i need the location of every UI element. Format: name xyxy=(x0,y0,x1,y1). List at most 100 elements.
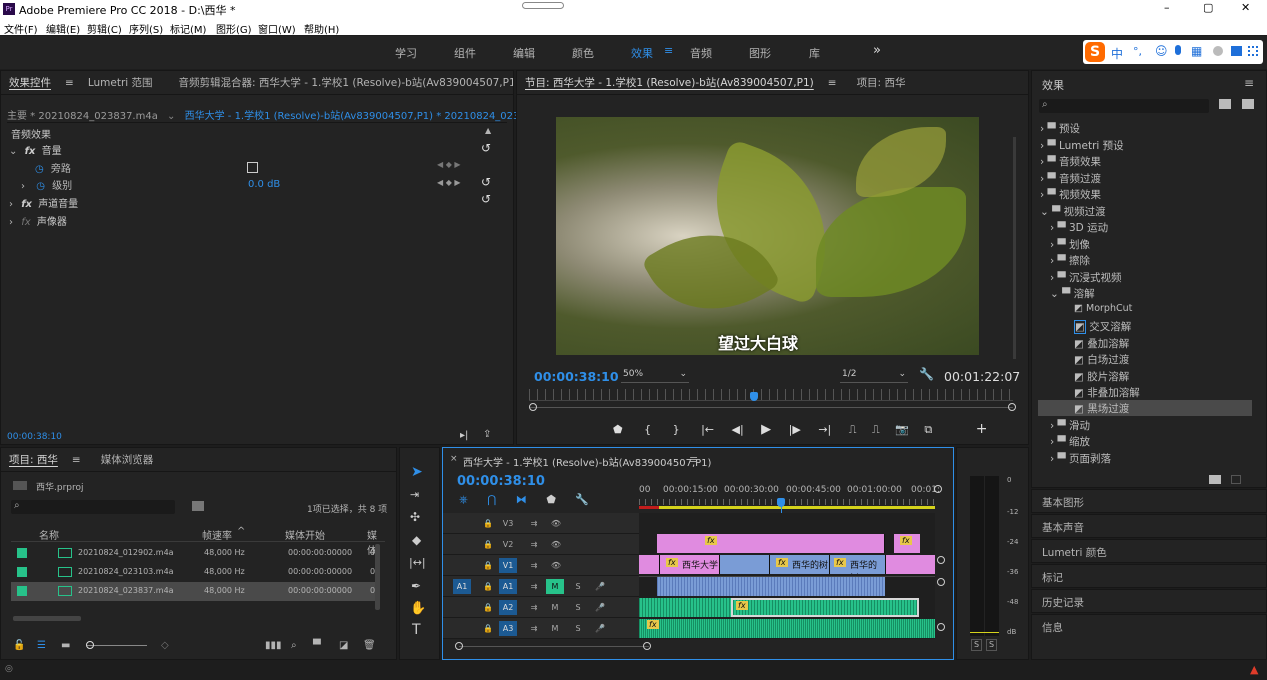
ime-keyboard-icon[interactable]: ▦ xyxy=(1191,44,1202,58)
tab-audio-clip-mixer[interactable]: 音频剪辑混合器: 西华大学 - 1.学校1 (Resolve)-b站(Av839… xyxy=(179,75,513,90)
program-timecode[interactable]: 00:00:38:10 xyxy=(534,369,619,384)
tree-item-lumetri-presets[interactable]: › ▀ Lumetri 预设 xyxy=(1040,138,1124,153)
track-select-tool-icon[interactable]: ⇥ xyxy=(410,488,419,501)
sync-lock-icon[interactable]: ⇉ xyxy=(525,600,543,615)
playhead-marker[interactable] xyxy=(750,392,758,401)
info-panel[interactable]: 信息 xyxy=(1031,614,1267,660)
trash-icon[interactable] xyxy=(1231,475,1241,484)
ime-user-icon[interactable] xyxy=(1213,46,1223,56)
track-header-v3[interactable]: 🔒 V3 ⇉ 👁 xyxy=(443,513,639,534)
microphone-icon[interactable]: 🎤 xyxy=(591,600,609,615)
panel-menu-icon[interactable]: ≡ xyxy=(72,454,81,466)
workspace-color[interactable]: 颜色 xyxy=(572,45,594,61)
tab-lumetri-scopes[interactable]: Lumetri 范围 xyxy=(88,75,153,90)
time-ruler[interactable]: 00 00:00:15:00 00:00:30:00 00:00:45:00 0… xyxy=(639,483,940,509)
add-marker-icon[interactable]: ⬟ xyxy=(546,493,556,506)
workspace-libraries[interactable]: 库 xyxy=(809,45,820,61)
timeline-scroll-circle[interactable] xyxy=(934,485,942,493)
reset-icon[interactable]: ↺ xyxy=(481,192,491,206)
lock-icon[interactable]: 🔒 xyxy=(479,579,497,594)
v1-clip[interactable] xyxy=(719,555,769,574)
tree-item-slide[interactable]: › ▀ 滑动 xyxy=(1050,418,1090,433)
workspace-audio[interactable]: 音频 xyxy=(690,45,712,61)
menu-window[interactable]: 窗口(W) xyxy=(258,21,296,36)
new-bin-icon[interactable]: ▀ xyxy=(313,640,321,651)
lumetri-color-panel[interactable]: Lumetri 颜色 xyxy=(1031,539,1267,563)
sync-lock-icon[interactable]: ⇉ xyxy=(525,516,543,531)
tree-item-video-transitions[interactable]: ⌄ ▀ 视频过渡 xyxy=(1040,204,1106,219)
lock-icon[interactable]: 🔒 xyxy=(479,516,497,531)
eye-icon[interactable]: 👁 xyxy=(547,516,565,531)
track-header-a2[interactable]: 🔒 A2 ⇉ M S 🎤 xyxy=(443,597,639,618)
export-icon[interactable]: ⇪ xyxy=(483,429,491,440)
lift-button[interactable]: ⎍ xyxy=(849,423,857,436)
label-color-swatch[interactable] xyxy=(17,548,27,558)
add-marker-button[interactable]: ⬟ xyxy=(613,423,623,436)
tree-item-additive-dissolve[interactable]: ◩ 叠加溶解 xyxy=(1074,336,1129,351)
timeline-tab[interactable]: 西华大学 - 1.学校1 (Resolve)-b站(Av839004507,P1… xyxy=(463,454,711,469)
tree-item-dip-to-black[interactable]: ◩ 黑场过渡 xyxy=(1038,400,1252,416)
tree-item-wipe[interactable]: › ▀ 擦除 xyxy=(1050,253,1090,268)
a1-audio-clip[interactable] xyxy=(657,577,885,596)
tree-item-immersive-video[interactable]: › ▀ 沉浸式视频 xyxy=(1050,270,1121,285)
play-button[interactable]: ▶ xyxy=(761,422,771,437)
new-folder-icon[interactable] xyxy=(1209,475,1221,484)
mark-out-button[interactable]: } xyxy=(673,423,680,436)
expand-chevron-icon[interactable]: › xyxy=(9,217,13,228)
timeline-scroll-circle[interactable] xyxy=(937,623,945,631)
column-name[interactable]: 名称 xyxy=(39,527,59,542)
tree-item-non-additive-dissolve[interactable]: ◩ 非叠加溶解 xyxy=(1074,385,1140,400)
a3-audio-clip[interactable]: fx xyxy=(639,619,935,638)
reset-icon[interactable]: ↺ xyxy=(481,141,491,155)
effects-search-input[interactable]: ⌕ xyxy=(1039,99,1209,113)
hand-tool-icon[interactable]: ✋ xyxy=(410,601,426,616)
history-panel[interactable]: 历史记录 xyxy=(1031,589,1267,613)
track-header-v2[interactable]: 🔒 V2 ⇉ 👁 xyxy=(443,534,639,555)
timeline-scroll-circle[interactable] xyxy=(937,556,945,564)
track-header-v1[interactable]: 🔒 V1 ⇉ 👁 xyxy=(443,555,639,576)
tree-item-morphcut[interactable]: ◩ MorphCut xyxy=(1074,303,1132,314)
level-value[interactable]: 0.0 dB xyxy=(248,179,280,190)
menu-sequence[interactable]: 序列(S) xyxy=(129,21,163,36)
column-media-start[interactable]: 媒体开始 xyxy=(285,527,325,542)
zoom-slider[interactable] xyxy=(87,645,147,646)
pen-tool-icon[interactable]: ✒ xyxy=(411,579,421,593)
scroll-up-icon[interactable]: ▲ xyxy=(485,126,491,135)
compare-view-button[interactable]: ⧉ xyxy=(924,423,932,436)
a2-audio-clip-selected[interactable]: fx xyxy=(731,598,919,617)
v1-clip-title[interactable] xyxy=(639,555,659,574)
table-row[interactable]: 20210824_023103.m4a 48,000 Hz 00:00:00:0… xyxy=(11,563,375,582)
master-clip-label[interactable]: 主要 * 20210824_023837.m4a xyxy=(7,111,158,122)
lock-icon[interactable]: 🔒 xyxy=(479,558,497,573)
expand-chevron-icon[interactable]: › xyxy=(9,199,13,210)
panel-menu-icon[interactable]: ≡ xyxy=(689,453,698,466)
lock-icon[interactable]: 🔓 xyxy=(13,640,25,651)
v1-clip[interactable]: fx 西华的树 xyxy=(769,555,829,574)
eye-icon[interactable]: 👁 xyxy=(547,558,565,573)
work-area-bar[interactable] xyxy=(639,506,935,509)
sort-icon[interactable]: ◇ xyxy=(161,640,169,651)
solo-button[interactable]: S xyxy=(569,621,587,636)
tab-project[interactable]: 项目: 西华 xyxy=(9,452,58,467)
warning-icon[interactable]: ▲ xyxy=(1250,663,1258,676)
sync-lock-icon[interactable]: ⇉ xyxy=(525,621,543,636)
selection-tool-icon[interactable]: ➤ xyxy=(411,464,423,480)
v1-clip[interactable]: fx 西华的树 xyxy=(829,555,885,574)
background-render-icon[interactable]: ◎ xyxy=(5,664,13,674)
v2-clip[interactable]: fx xyxy=(657,534,885,553)
microphone-icon[interactable]: 🎤 xyxy=(591,621,609,636)
track-label-a2[interactable]: A2 xyxy=(499,600,517,615)
ime-skin-icon[interactable] xyxy=(1231,46,1242,56)
stopwatch-icon[interactable]: ◷ xyxy=(35,164,44,175)
tree-item-iris[interactable]: › ▀ 划像 xyxy=(1050,237,1090,252)
tree-item-audio-transitions[interactable]: › ▀ 音频过渡 xyxy=(1040,171,1101,186)
export-frame-camera-icon[interactable]: 📷 xyxy=(895,423,909,436)
essential-sound-panel[interactable]: 基本声音 xyxy=(1031,514,1267,538)
solo-button[interactable]: S xyxy=(971,639,982,651)
solo-button[interactable]: S xyxy=(986,639,997,651)
track-label-a1[interactable]: A1 xyxy=(499,579,517,594)
ec-timecode[interactable]: 00:00:38:10 xyxy=(7,432,62,442)
workspace-assembly[interactable]: 组件 xyxy=(454,45,476,61)
mark-in-button[interactable]: { xyxy=(644,423,651,436)
new-custom-bin-icon[interactable] xyxy=(1242,99,1254,109)
